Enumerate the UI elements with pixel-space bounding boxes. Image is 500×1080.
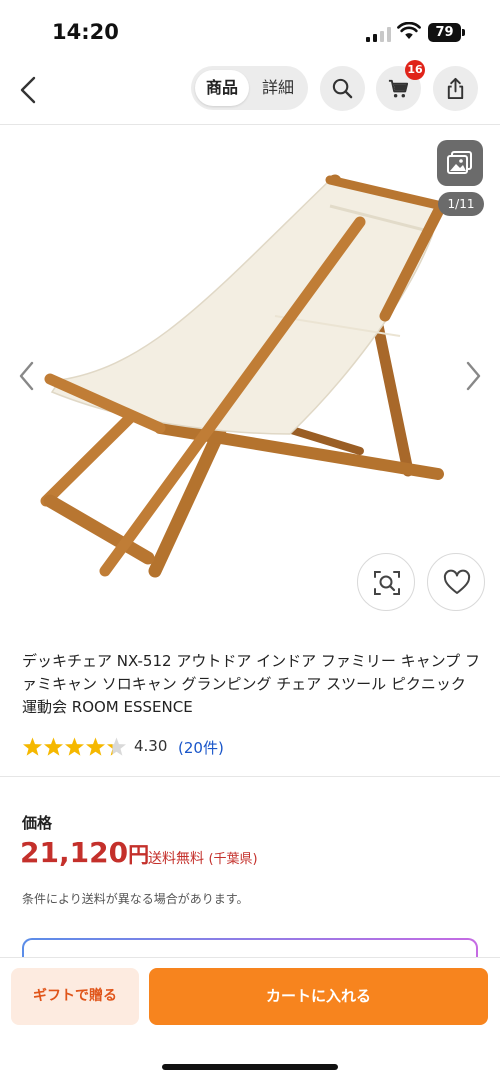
wifi-icon [397, 22, 421, 39]
signal-icon [366, 26, 392, 42]
tab-detail[interactable]: 詳細 [253, 70, 303, 106]
rating-row[interactable]: 4.30 (20件) [22, 736, 422, 758]
view-toggle: 商品 詳細 [191, 66, 308, 110]
next-image-button[interactable] [460, 358, 486, 394]
cart-icon [388, 79, 409, 98]
search-button[interactable] [320, 66, 365, 111]
price-amount: 21,120円 [20, 836, 149, 869]
search-icon [332, 78, 353, 99]
arrow-left-icon [19, 361, 34, 391]
back-icon [20, 76, 36, 104]
review-count-link[interactable]: (20件) [178, 737, 224, 758]
tab-product[interactable]: 商品 [195, 70, 249, 106]
image-search-icon [374, 571, 400, 595]
image-search-button[interactable] [357, 553, 415, 611]
star-icon [64, 737, 85, 756]
image-counter: 1/11 [438, 192, 484, 216]
section-divider [0, 776, 500, 777]
gallery-icon [447, 151, 472, 174]
nav-divider [0, 124, 500, 125]
arrow-right-icon [466, 361, 481, 391]
shipping-note: 条件により送料が異なる場合があります。 [22, 892, 249, 906]
price-currency: 円 [128, 843, 150, 867]
share-icon [447, 77, 464, 100]
free-shipping-label: 送料無料 [148, 851, 204, 867]
battery-tip [462, 29, 465, 36]
star-icon [22, 737, 43, 756]
star-icon [43, 737, 64, 756]
rating-value: 4.30 [134, 737, 168, 755]
product-image-gallery[interactable]: 1/11 [0, 126, 500, 631]
star-icon [106, 737, 127, 756]
gift-button[interactable]: ギフトで贈る [11, 968, 139, 1025]
previous-image-button[interactable] [14, 358, 40, 394]
status-time: 14:20 [52, 20, 119, 44]
shipping-info: 送料無料 (千葉県) [148, 848, 258, 868]
price-label: 価格 [22, 814, 53, 832]
share-button[interactable] [433, 66, 478, 111]
price-value: 21,120 [20, 836, 129, 869]
add-to-cart-button[interactable]: カートに入れる [149, 968, 488, 1025]
favorite-button[interactable] [427, 553, 485, 611]
bottom-action-bar: ギフトで贈る カートに入れる [0, 958, 500, 1080]
shipping-origin: (千葉県) [208, 852, 258, 867]
cart-count-badge: 16 [405, 60, 425, 80]
heart-icon [443, 569, 471, 594]
gallery-button[interactable] [437, 140, 483, 186]
product-title: デッキチェア NX-512 アウトドア インドア ファミリー キャンプ ファミキ… [22, 652, 480, 716]
star-rating [22, 737, 127, 756]
product-image [40, 174, 447, 578]
status-bar: 14:20 79 [0, 0, 500, 60]
home-indicator [162, 1064, 338, 1070]
battery-indicator: 79 [428, 23, 461, 42]
star-icon [85, 737, 106, 756]
back-button[interactable] [14, 70, 44, 110]
top-navigation: 商品 詳細 [0, 60, 500, 118]
